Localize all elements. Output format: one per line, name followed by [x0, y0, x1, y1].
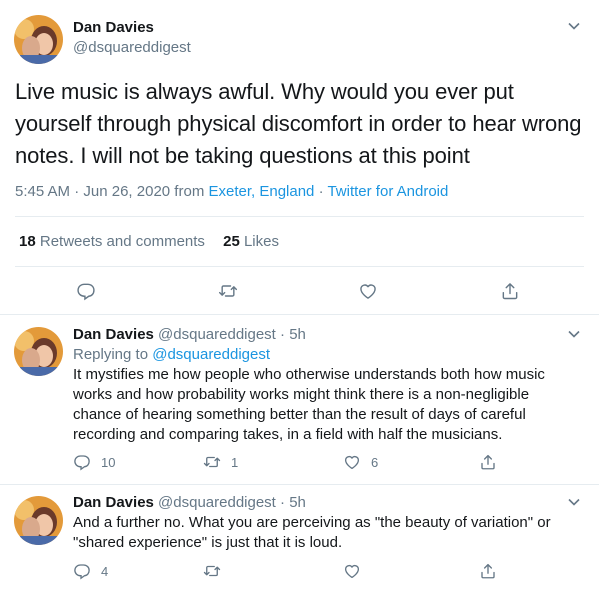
divider [15, 216, 584, 217]
reply-header: Dan Davies @dsquareddigest · 5h [73, 494, 585, 511]
tweet-meta: 5:45 AM · Jun 26, 2020 from Exeter, Engl… [15, 183, 448, 200]
location-link[interactable]: Exeter, England [208, 183, 314, 200]
retweet-icon [203, 456, 221, 468]
from-label: from [170, 183, 209, 200]
retweet-button[interactable] [203, 562, 221, 580]
reply-button[interactable] [76, 281, 96, 301]
retweets-stat[interactable]: 18 Retweets and comments [19, 233, 205, 250]
share-icon [481, 454, 495, 470]
likes-label: Likes [239, 233, 279, 250]
retweets-label: Retweets and comments [35, 233, 205, 250]
meta-separator: · [70, 183, 84, 200]
chevron-down-icon[interactable] [567, 19, 581, 33]
replying-label: Replying to [73, 346, 153, 363]
reply-button[interactable]: 10 [73, 453, 115, 471]
retweet-count: 1 [231, 454, 239, 470]
share-button[interactable] [479, 562, 497, 580]
replying-to: Replying to @dsquareddigest [73, 346, 585, 363]
like-icon [344, 455, 360, 470]
reply-button[interactable]: 4 [73, 562, 108, 580]
likes-count: 25 [223, 233, 240, 250]
retweets-count: 18 [19, 233, 36, 250]
tweet-date[interactable]: Jun 26, 2020 [83, 183, 170, 200]
share-icon [502, 283, 518, 300]
author-name[interactable]: Dan Davies [73, 494, 154, 511]
tweet-text: And a further no. What you are perceivin… [73, 514, 551, 551]
reply-count: 10 [101, 454, 116, 470]
share-icon [481, 563, 495, 579]
likes-stat[interactable]: 25 Likes [223, 233, 279, 250]
retweet-button[interactable]: 1 [203, 453, 238, 471]
replying-handle[interactable]: @dsquareddigest [152, 346, 270, 363]
like-button[interactable] [358, 281, 378, 301]
author-handle[interactable]: @dsquareddigest [158, 326, 276, 343]
share-button[interactable] [500, 281, 520, 301]
tweet-stats: 18 Retweets and comments 25 Likes [19, 233, 279, 250]
author-handle[interactable]: @dsquareddigest [73, 39, 191, 56]
divider [0, 314, 599, 315]
retweet-icon [218, 285, 238, 297]
author-avatar[interactable] [14, 496, 63, 545]
tweet-text: It mystifies me how people who otherwise… [73, 366, 545, 443]
chevron-down-icon[interactable] [567, 495, 581, 509]
author-handle[interactable]: @dsquareddigest [158, 494, 276, 511]
like-button[interactable]: 6 [343, 453, 378, 471]
share-button[interactable] [479, 453, 497, 471]
chevron-down-icon[interactable] [567, 327, 581, 341]
tweet-time[interactable]: 5:45 AM [15, 183, 70, 200]
author-avatar[interactable] [14, 327, 63, 376]
reply-icon [77, 283, 95, 301]
source-link[interactable]: Twitter for Android [327, 183, 448, 200]
author-name[interactable]: Dan Davies [73, 326, 154, 343]
retweet-icon [203, 565, 221, 577]
reply-count: 4 [101, 563, 109, 579]
reply-header: Dan Davies @dsquareddigest · 5h [73, 326, 585, 343]
retweet-button[interactable] [218, 281, 238, 301]
tweet-age[interactable]: · 5h [276, 494, 306, 511]
tweet-text: Live music is always awful. Why would yo… [15, 79, 582, 168]
divider [15, 266, 584, 267]
divider [0, 484, 599, 485]
author-name[interactable]: Dan Davies [73, 19, 191, 36]
like-icon [344, 564, 360, 579]
reply-icon [74, 455, 90, 471]
tweet-age[interactable]: · 5h [276, 326, 306, 343]
like-button[interactable] [343, 562, 361, 580]
like-count: 6 [371, 454, 379, 470]
reply-icon [74, 564, 90, 580]
like-icon [360, 284, 376, 299]
author-avatar[interactable] [14, 15, 63, 64]
meta-separator: · [314, 183, 328, 200]
